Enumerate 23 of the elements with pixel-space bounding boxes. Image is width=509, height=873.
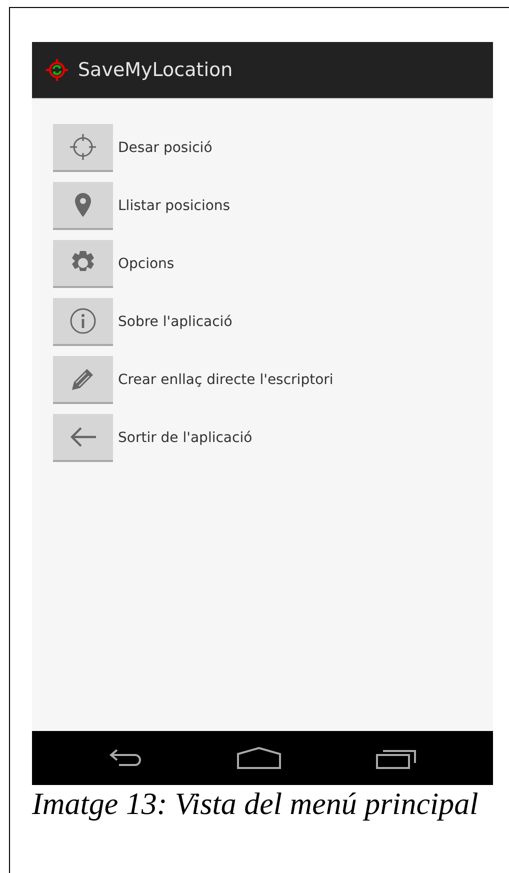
home-icon[interactable]	[237, 747, 282, 769]
menu-item-label: Crear enllaç directe l'escriptori	[118, 372, 334, 388]
menu-item-label: Sobre l'aplicació	[118, 314, 232, 330]
figure-caption: Imatge 13: Vista del menú principal	[32, 787, 480, 821]
back-arrow-icon	[69, 426, 97, 448]
menu-item-label: Sortir de l'aplicació	[118, 430, 252, 446]
menu-item-button[interactable]	[53, 240, 113, 288]
menu-item-label: Desar posició	[118, 140, 212, 156]
menu-item-button[interactable]	[53, 356, 113, 404]
app-logo-icon	[46, 59, 68, 81]
menu-item-button[interactable]	[53, 298, 113, 346]
crosshair-icon	[69, 133, 97, 161]
recent-apps-icon[interactable]	[376, 747, 416, 769]
pencil-icon	[70, 366, 96, 392]
app-title: SaveMyLocation	[78, 59, 233, 81]
menu-item-label: Llistar posicions	[118, 198, 230, 214]
back-icon[interactable]	[109, 748, 144, 768]
info-icon	[69, 307, 97, 335]
menu-item-label: Opcions	[118, 256, 174, 272]
menu-item-button[interactable]	[53, 414, 113, 462]
menu-item-button[interactable]	[53, 124, 113, 172]
menu-item-button[interactable]	[53, 182, 113, 230]
map-pin-icon	[75, 193, 91, 217]
